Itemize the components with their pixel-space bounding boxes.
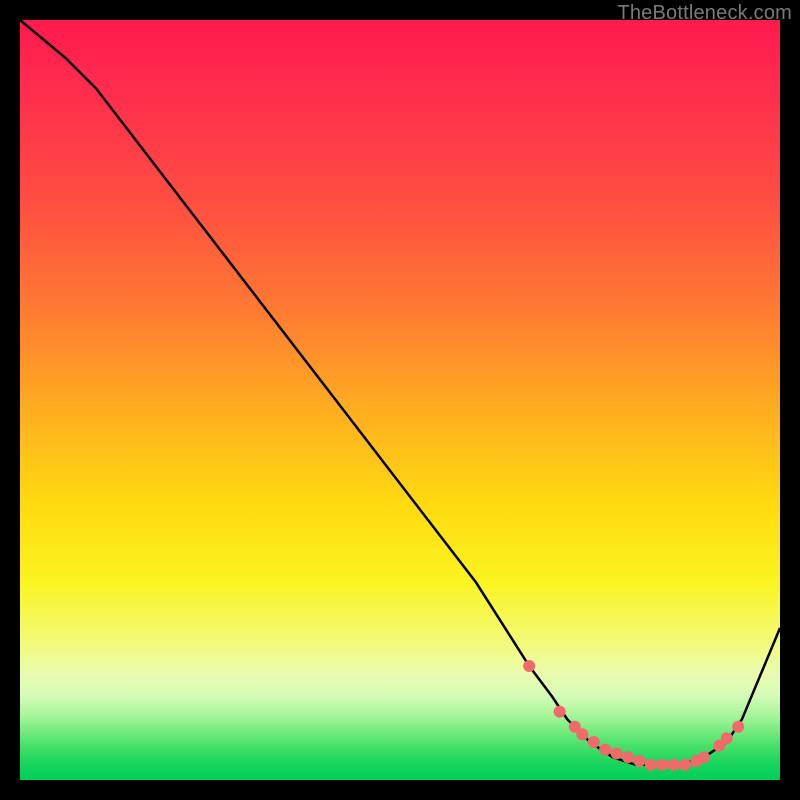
chart-svg — [20, 20, 780, 780]
marker-dot — [576, 728, 588, 740]
marker-dot — [645, 759, 657, 771]
marker-dot — [622, 751, 634, 763]
marker-dot — [721, 732, 733, 744]
watermark-text: TheBottleneck.com — [617, 2, 792, 25]
marker-dot — [523, 660, 535, 672]
marker-dot — [732, 721, 744, 733]
marker-dot — [599, 744, 611, 756]
series-curve — [20, 20, 780, 765]
chart-frame: TheBottleneck.com — [0, 0, 800, 800]
marker-dot — [633, 755, 645, 767]
marker-dot — [611, 747, 623, 759]
marker-dot — [588, 736, 600, 748]
marker-dot — [668, 759, 680, 771]
plot-area — [20, 20, 780, 780]
marker-dot — [679, 759, 691, 771]
marker-dot — [554, 706, 566, 718]
marker-dots — [523, 660, 744, 771]
marker-dot — [698, 751, 710, 763]
marker-dot — [656, 759, 668, 771]
